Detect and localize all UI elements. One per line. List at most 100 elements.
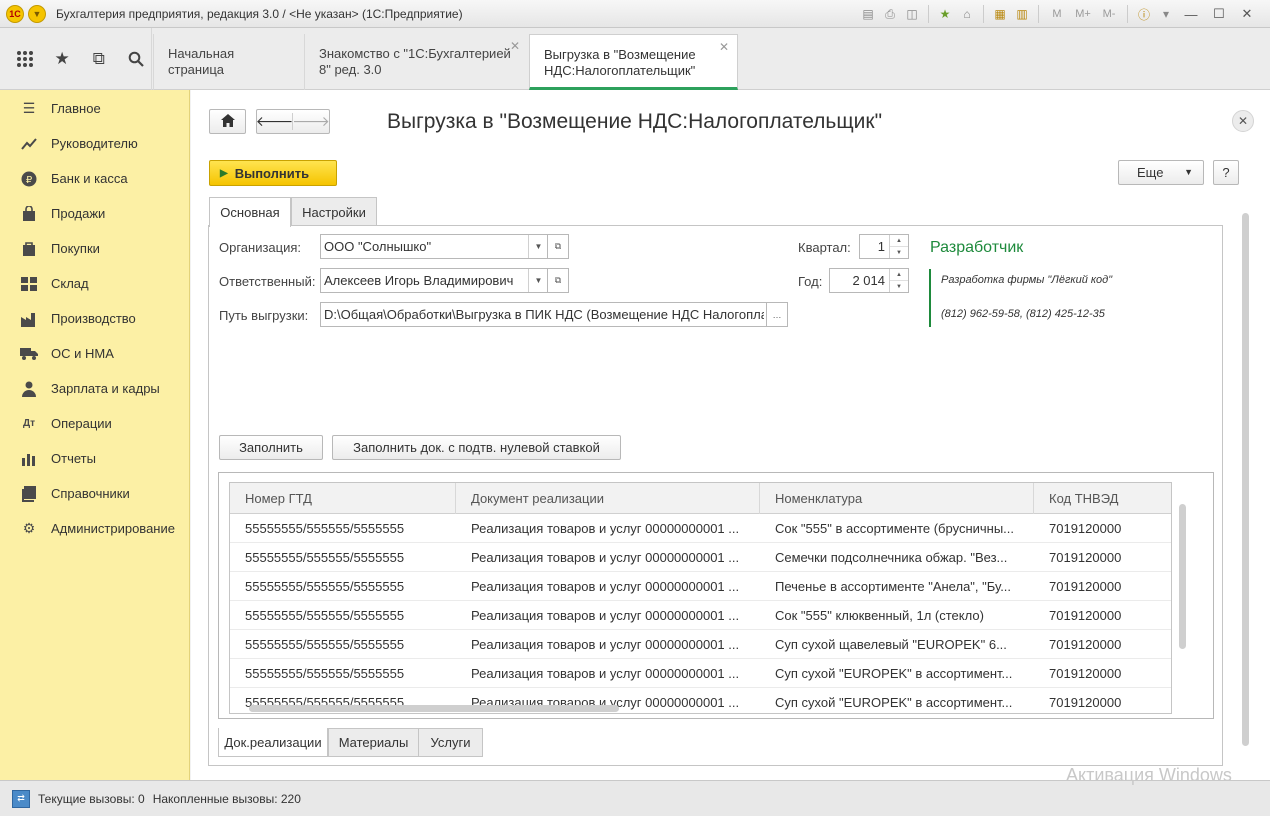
sidebar-item-fixed-assets[interactable]: ОС и НМА (0, 336, 189, 371)
sidebar-item-label: Справочники (51, 486, 130, 501)
cell-nomenclature: Суп сухой "EUROPEK" в ассортимент... (775, 695, 1013, 710)
table-row[interactable]: 55555555/555555/5555555 Реализация товар… (230, 543, 1171, 572)
arrow-right-icon: 🡒 (292, 113, 330, 129)
cell-nomenclature: Сок "555" клюквенный, 1л (стекло) (775, 608, 984, 623)
open-org-button[interactable]: ⧉ (547, 234, 569, 259)
column-header[interactable]: Код ТНВЭД (1034, 483, 1171, 514)
warehouse-icon (20, 275, 38, 293)
minimize-button[interactable]: — (1178, 4, 1204, 24)
sidebar-item-operations[interactable]: Дт Операции (0, 406, 189, 441)
dropdown-icon[interactable]: ▼ (528, 269, 548, 292)
cell-document: Реализация товаров и услуг 00000000001 .… (471, 637, 740, 652)
tab-label: Начальная страница (168, 46, 235, 77)
forward-button[interactable]: 🡒 (292, 113, 330, 130)
search-icon[interactable] (120, 44, 151, 75)
column-header[interactable]: Номенклатура (760, 483, 1034, 514)
apps-grid-icon[interactable] (10, 44, 41, 75)
dropdown-icon[interactable]: ▼ (528, 235, 548, 258)
form-scrollbar[interactable] (1242, 213, 1249, 746)
table-row[interactable]: 55555555/555555/5555555 Реализация товар… (230, 601, 1171, 630)
tab-sales-docs[interactable]: Док.реализации (218, 728, 328, 757)
favorites-icon[interactable]: ★ (935, 4, 955, 24)
calculator-icon[interactable]: ▦ (990, 4, 1010, 24)
app-logo-icon[interactable]: 1С (6, 4, 24, 23)
more-button[interactable]: Еще ▼ (1118, 160, 1204, 185)
table-row[interactable]: 55555555/555555/5555555 Реализация товар… (230, 659, 1171, 688)
sidebar-item-label: Продажи (51, 206, 106, 221)
history-icon[interactable]: ⌂ (957, 4, 977, 24)
horizontal-scrollbar[interactable] (249, 705, 619, 712)
open-responsible-button[interactable]: ⧉ (547, 268, 569, 293)
sidebar-item-label: Покупки (51, 241, 100, 256)
year-spinner[interactable]: ▲ ▼ (889, 269, 908, 292)
fill-button[interactable]: Заполнить (219, 435, 323, 460)
favorites-star-icon[interactable]: ★ (47, 44, 78, 75)
calendar-icon[interactable]: ▥ (1012, 4, 1032, 24)
print-icon[interactable]: ⎙ (880, 4, 900, 24)
column-header[interactable]: Номер ГТД (230, 483, 456, 514)
sidebar-item-main[interactable]: ☰ Главное (0, 91, 189, 126)
save-icon[interactable]: ▤ (858, 4, 878, 24)
sidebar-item-purchases[interactable]: Покупки (0, 231, 189, 266)
cell-gtd: 55555555/555555/5555555 (245, 579, 405, 594)
sidebar-item-label: Банк и касса (51, 171, 128, 186)
vertical-scrollbar[interactable] (1179, 504, 1186, 649)
tab-materials[interactable]: Материалы (328, 728, 419, 757)
sidebar-item-production[interactable]: Производство (0, 301, 189, 336)
trend-icon (20, 135, 38, 153)
org-label: Организация: (219, 240, 302, 255)
sidebar-item-admin[interactable]: ⚙ Администрирование (0, 511, 189, 546)
memory-mminus-button[interactable]: M- (1097, 4, 1121, 24)
tab-settings[interactable]: Настройки (291, 197, 377, 226)
sidebar-item-references[interactable]: Справочники (0, 476, 189, 511)
year-value: 2 014 (852, 273, 885, 288)
sidebar-item-salary[interactable]: Зарплата и кадры (0, 371, 189, 406)
tab-intro[interactable]: Знакомство с "1С:Бухгалтерией 8" ред. 3.… (304, 34, 528, 90)
close-window-button[interactable]: ✕ (1234, 4, 1260, 24)
tab-services[interactable]: Услуги (418, 728, 483, 757)
sidebar-item-sales[interactable]: Продажи (0, 196, 189, 231)
tab-export[interactable]: Выгрузка в "Возмещение НДС:Налогоплатель… (529, 34, 738, 90)
table-row[interactable]: 55555555/555555/5555555 Реализация товар… (230, 630, 1171, 659)
close-form-button[interactable]: ✕ (1232, 110, 1254, 132)
info-icon[interactable]: ⓘ (1134, 4, 1154, 24)
main-menu-icon[interactable]: ▼ (28, 4, 46, 23)
sidebar-item-warehouse[interactable]: Склад (0, 266, 189, 301)
close-icon[interactable]: ✕ (719, 39, 729, 55)
maximize-button[interactable]: ☐ (1206, 4, 1232, 24)
data-table[interactable]: Номер ГТД Документ реализации Номенклату… (229, 482, 1172, 714)
column-header[interactable]: Документ реализации (456, 483, 760, 514)
back-button[interactable]: 🡐 (256, 113, 293, 130)
table-row[interactable]: 55555555/555555/5555555 Реализация товар… (230, 572, 1171, 601)
execute-button[interactable]: ▶ Выполнить (209, 160, 337, 186)
preview-icon[interactable]: ◫ (902, 4, 922, 24)
tab-home[interactable]: Начальная страница (153, 34, 303, 90)
browse-button[interactable]: … (766, 302, 788, 327)
quarter-field[interactable]: 1 ▲ ▼ (859, 234, 909, 259)
path-field[interactable]: D:\Общая\Обработки\Выгрузка в ПИК НДС (В… (320, 302, 768, 327)
quarter-spinner[interactable]: ▲ ▼ (889, 235, 908, 258)
bars-icon (20, 450, 38, 468)
cell-gtd: 55555555/555555/5555555 (245, 550, 405, 565)
current-calls: Текущие вызовы: 0 (38, 791, 145, 806)
home-button[interactable] (209, 109, 246, 134)
table-header: Номер ГТД Документ реализации Номенклату… (230, 483, 1171, 514)
sidebar-item-reports[interactable]: Отчеты (0, 441, 189, 476)
responsible-field[interactable]: Алексеев Игорь Владимирович ▼ (320, 268, 549, 293)
help-button[interactable]: ? (1213, 160, 1239, 185)
table-row[interactable]: 55555555/555555/5555555 Реализация товар… (230, 514, 1171, 543)
year-field[interactable]: 2 014 ▲ ▼ (829, 268, 909, 293)
history-icon[interactable]: ⧉ (84, 44, 115, 75)
memory-mplus-button[interactable]: M+ (1071, 4, 1095, 24)
chevron-down-icon[interactable]: ▾ (1156, 4, 1176, 24)
sidebar-item-label: Зарплата и кадры (51, 381, 160, 396)
calls-icon[interactable]: ⇄ (12, 789, 30, 808)
sidebar-item-manager[interactable]: Руководителю (0, 126, 189, 161)
tab-main[interactable]: Основная (209, 197, 291, 227)
memory-m-button[interactable]: M (1045, 4, 1069, 24)
fill-zero-rate-button[interactable]: Заполнить док. с подтв. нулевой ставкой (332, 435, 621, 460)
sidebar-item-bank[interactable]: ₽ Банк и касса (0, 161, 189, 196)
close-icon[interactable]: ✕ (510, 38, 520, 54)
year-label: Год: (798, 274, 823, 289)
org-field[interactable]: ООО "Солнышко" ▼ (320, 234, 549, 259)
